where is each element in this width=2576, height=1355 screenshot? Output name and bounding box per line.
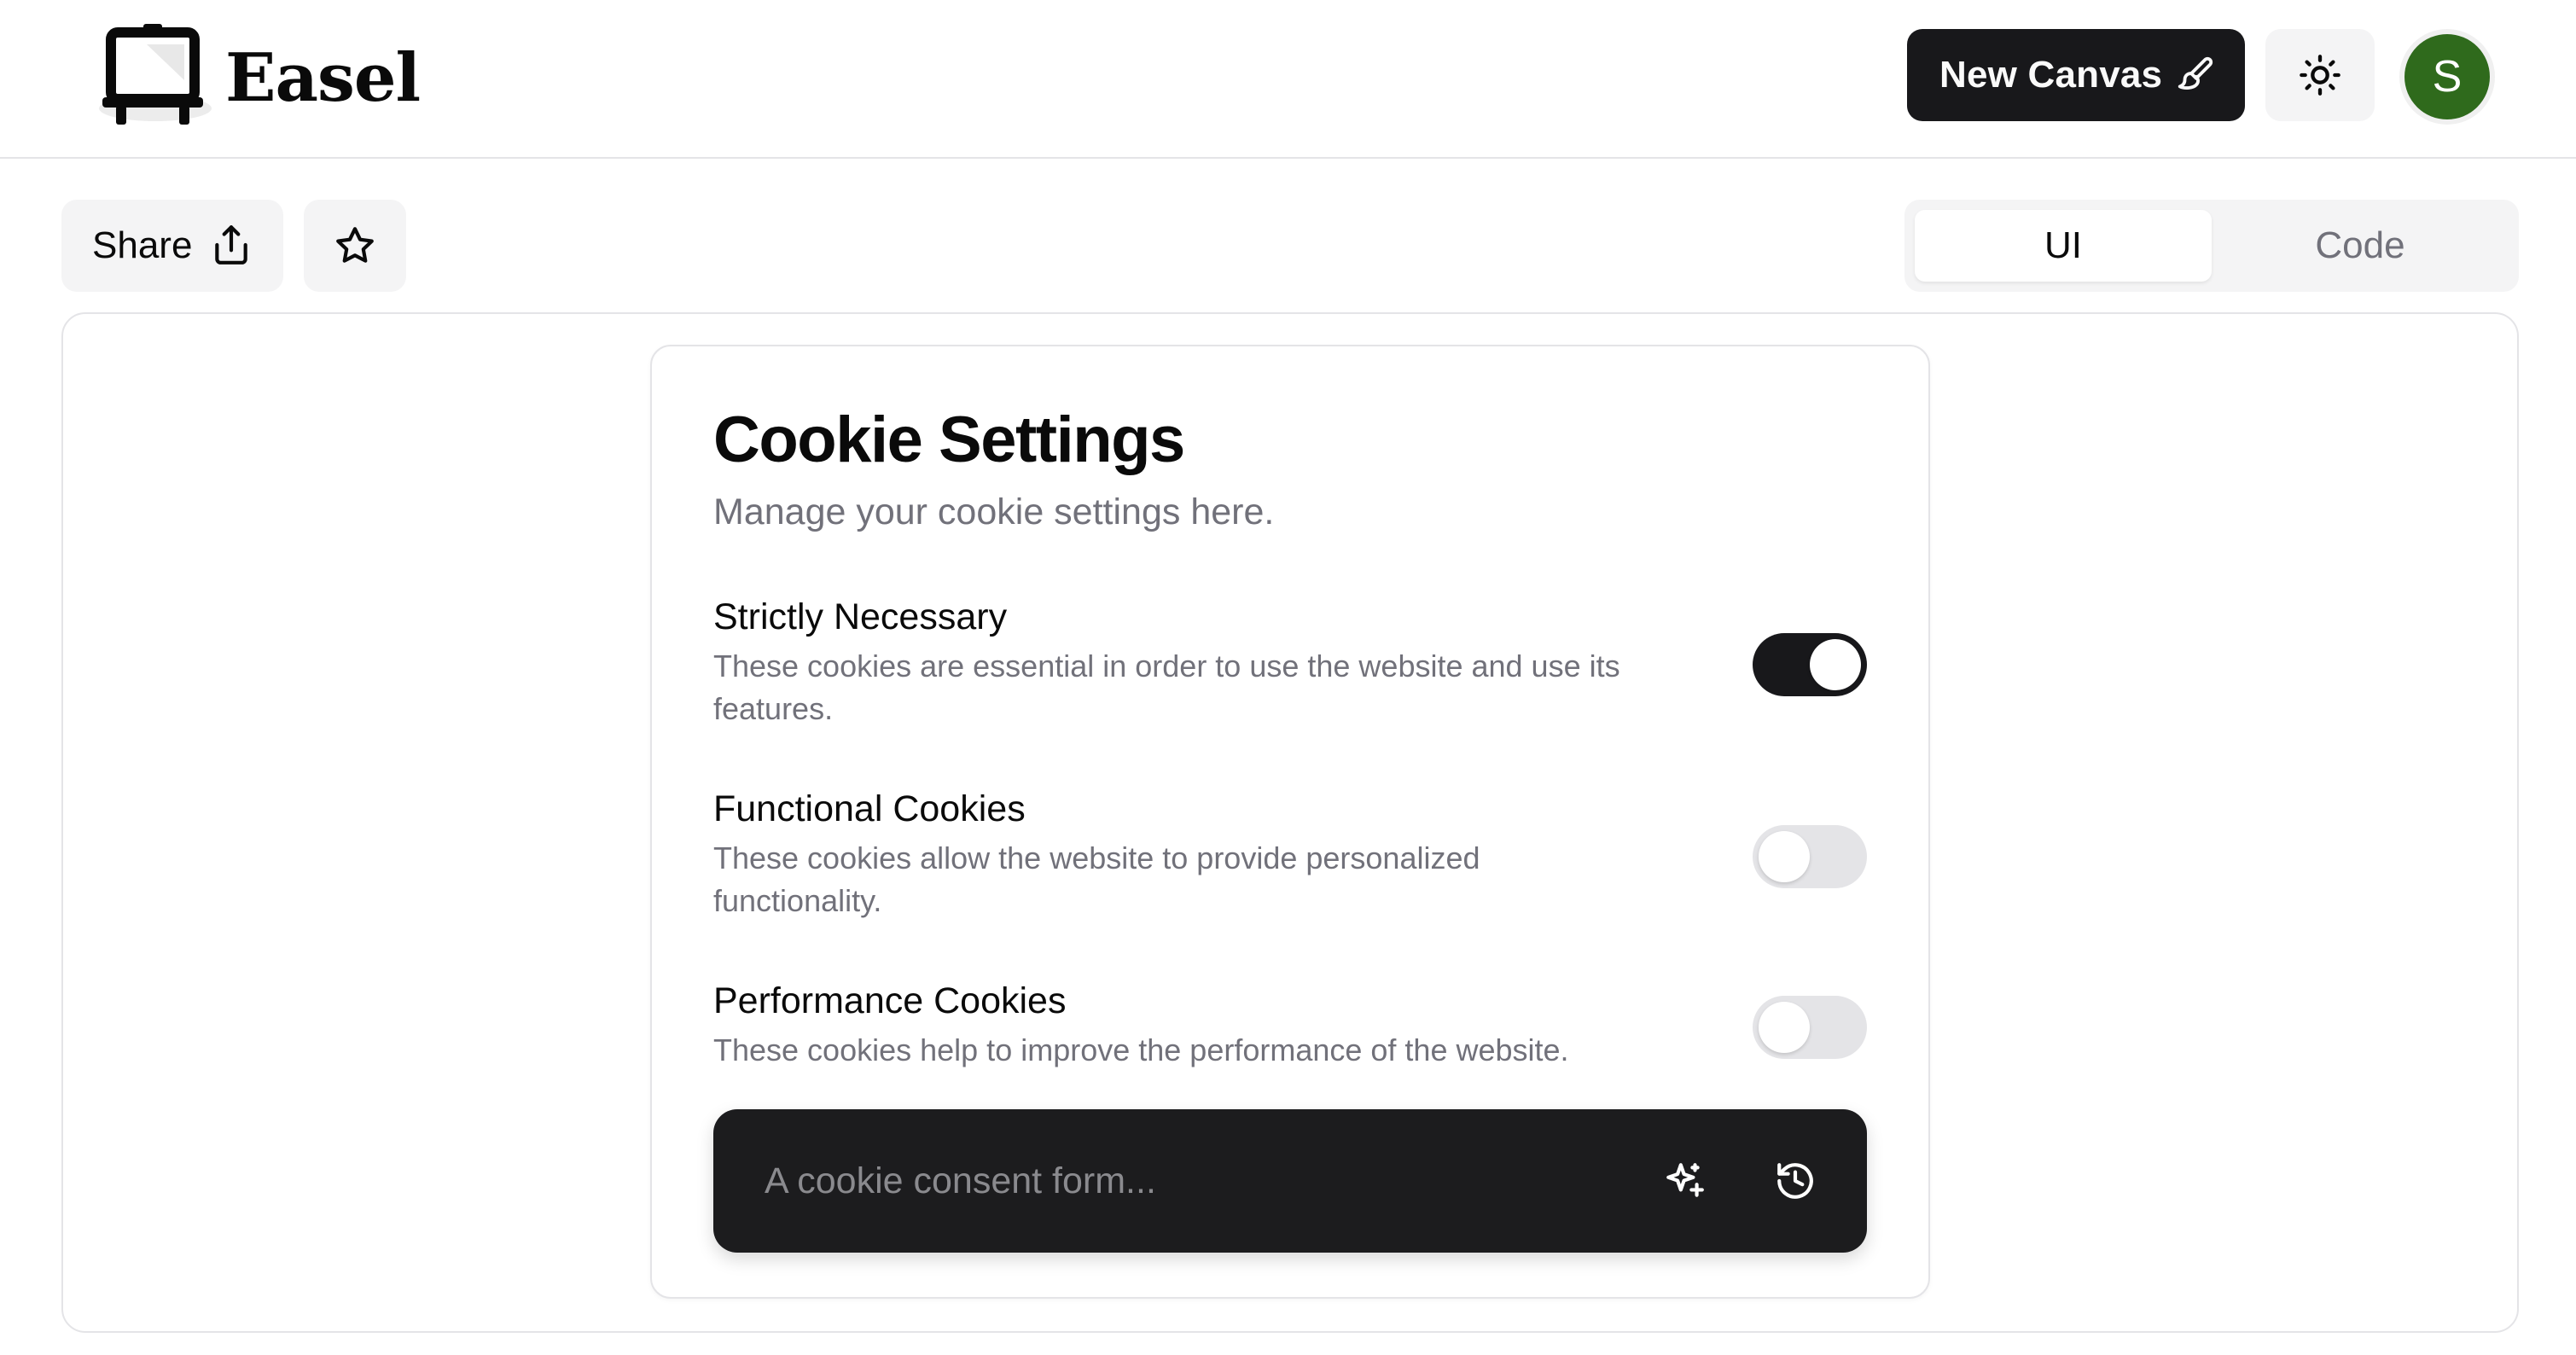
- share-icon: [215, 225, 247, 265]
- setting-description-performance: These cookies help to improve the perfor…: [713, 1032, 1569, 1067]
- toggle-performance[interactable]: [1753, 996, 1867, 1059]
- favorite-button[interactable]: [304, 200, 406, 292]
- setting-title-performance: Performance Cookies: [713, 980, 1067, 1021]
- setting-description-functional: These cookies allow the website to provi…: [713, 840, 1480, 918]
- generate-button[interactable]: [1657, 1154, 1712, 1208]
- history-icon: [1777, 1163, 1813, 1199]
- share-label: Share: [92, 224, 193, 266]
- new-canvas-button[interactable]: New Canvas: [1907, 29, 2245, 121]
- toggle-knob: [1810, 639, 1861, 690]
- app-header: Easel New Canvas S: [0, 0, 2576, 159]
- theme-toggle-button[interactable]: [2265, 29, 2375, 121]
- prompt-bar: [713, 1109, 1867, 1253]
- sun-icon: [2300, 55, 2340, 96]
- card-subtitle: Manage your cookie settings here.: [713, 491, 1275, 532]
- easel-icon[interactable]: [96, 20, 215, 130]
- toggle-functional[interactable]: [1753, 825, 1867, 888]
- view-toggle: UI Code: [1904, 200, 2519, 292]
- brand-name: Easel: [225, 39, 421, 117]
- share-button[interactable]: Share: [61, 200, 283, 292]
- new-canvas-label: New Canvas: [1939, 54, 2163, 96]
- paintbrush-icon: [2178, 56, 2213, 90]
- card-title: Cookie Settings: [713, 404, 1185, 476]
- setting-title-strictly-necessary: Strictly Necessary: [713, 596, 1008, 637]
- toggle-strictly-necessary[interactable]: [1753, 633, 1867, 696]
- toggle-knob: [1759, 1002, 1810, 1053]
- setting-description-strictly-necessary: These cookies are essential in order to …: [713, 648, 1620, 726]
- setting-title-functional: Functional Cookies: [713, 788, 1026, 829]
- star-icon: [336, 227, 374, 263]
- history-button[interactable]: [1768, 1154, 1823, 1208]
- prompt-input[interactable]: [765, 1150, 1618, 1212]
- toggle-knob: [1759, 831, 1810, 882]
- avatar[interactable]: S: [2404, 34, 2490, 119]
- tab-code[interactable]: Code: [2212, 210, 2509, 282]
- tab-ui[interactable]: UI: [1915, 210, 2212, 282]
- sparkles-icon: [1666, 1163, 1704, 1197]
